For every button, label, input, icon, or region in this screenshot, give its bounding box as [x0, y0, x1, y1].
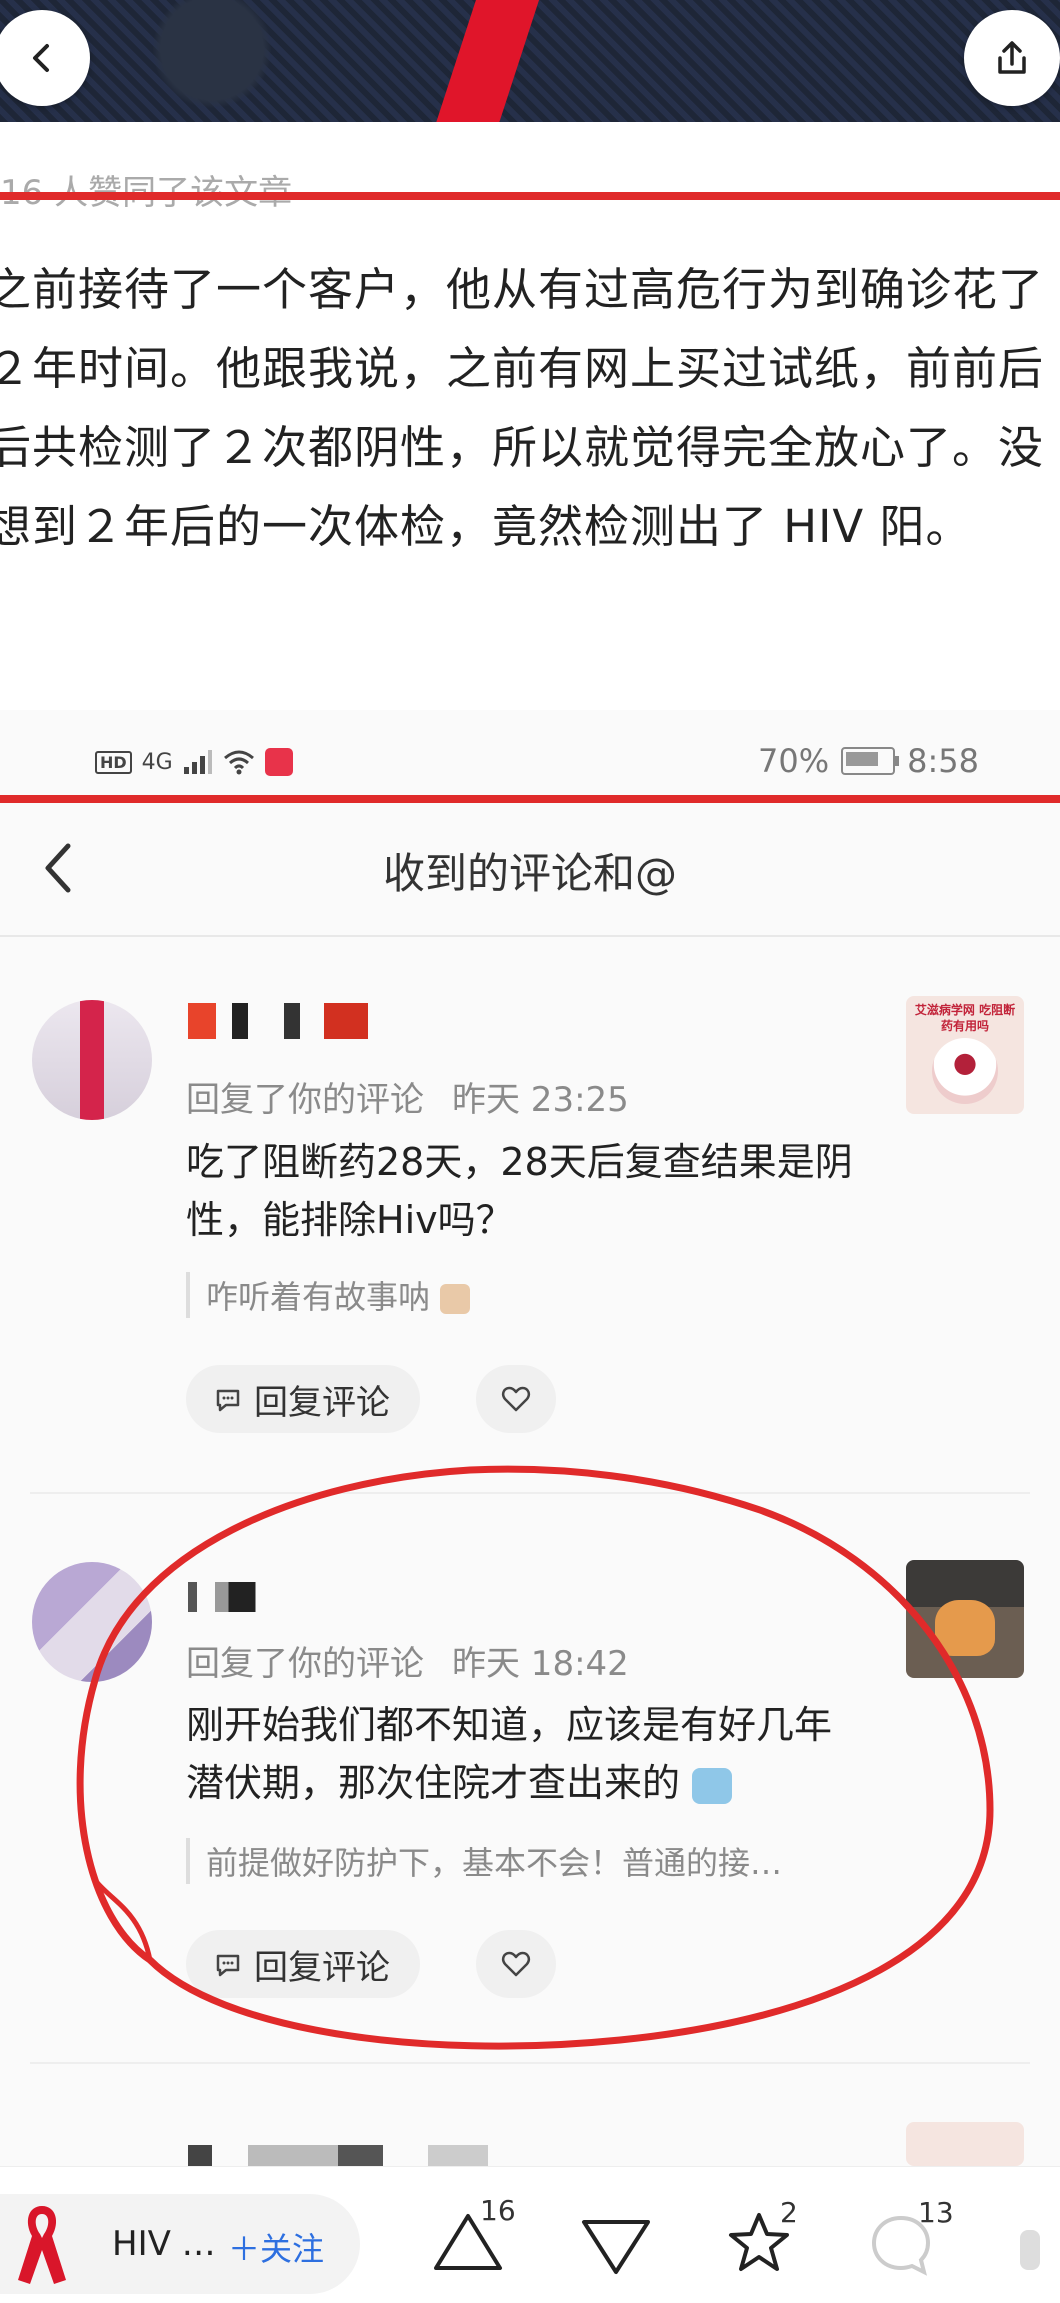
app-badge-icon [264, 748, 293, 776]
heart-icon [501, 1386, 531, 1412]
comment-text-content: 刚开始我们都不知道，应该是有好几年潜伏期，那次住院才查出来的 [186, 1703, 833, 1805]
username-mosaic[interactable] [188, 1582, 278, 1612]
network-label: 4G [141, 749, 173, 775]
comment-count: 13 [918, 2196, 954, 2229]
status-bar-right: 70% 8:58 [758, 742, 979, 780]
share-icon [998, 41, 1026, 74]
post-thumbnail[interactable]: 艾滋病学网 吃阻断药有用吗 [906, 996, 1024, 1114]
cover-image [0, 0, 1060, 122]
comment-separator [30, 2062, 1030, 2064]
post-thumbnail [906, 2122, 1024, 2166]
emoji-icon [692, 1767, 733, 1804]
comment-meta: 回复了你的评论 昨天 18:42 [186, 1636, 629, 1685]
chat-bubble-icon [216, 1389, 240, 1412]
favorite-count: 2 [780, 2196, 798, 2229]
downvote-button[interactable] [580, 2216, 652, 2276]
clock-time: 8:58 [907, 742, 979, 780]
reply-label: 回复评论 [254, 1382, 390, 1423]
likes-count-text: 16 人赞同了该文章 [0, 165, 292, 214]
battery-percent: 70% [758, 742, 830, 780]
hd-icon: HD [95, 750, 132, 774]
like-button[interactable] [476, 1930, 556, 1998]
triangle-down-icon [582, 2220, 650, 2274]
battery-icon [841, 747, 900, 775]
comment-time: 昨天 23:25 [452, 1080, 629, 1120]
reply-label: 回复评论 [254, 1947, 390, 1988]
cat-thumbnail[interactable] [906, 1560, 1024, 1678]
follow-button[interactable]: ＋关注 [228, 2224, 324, 2270]
ribbon-graphic [434, 0, 542, 122]
emoji-icon [440, 1284, 471, 1314]
wifi-icon [223, 750, 254, 775]
reply-comment-button[interactable]: 回复评论 [186, 1365, 420, 1433]
article-body: 之前接待了一个客户，他从有过高危行为到确诊花了２年时间。他跟我说，之前有网上买过… [0, 263, 1045, 553]
like-button[interactable] [476, 1365, 556, 1433]
quoted-comment[interactable]: 咋听着有故事呐 [186, 1272, 471, 1318]
cake-image [932, 1038, 998, 1104]
avatar[interactable] [32, 1000, 152, 1120]
thumbnail-caption: 艾滋病学网 吃阻断药有用吗 [914, 1003, 1016, 1033]
username-mosaic[interactable] [188, 1003, 388, 1039]
reply-comment-button[interactable]: 回复评论 [186, 1930, 420, 1998]
comment-text[interactable]: 刚开始我们都不知道，应该是有好几年潜伏期，那次住院才查出来的 [186, 1696, 866, 1812]
header-divider [0, 935, 1060, 937]
more-icon[interactable] [1020, 2230, 1040, 2270]
quoted-comment[interactable]: 前提做好防护下，基本不会！普通的接… [186, 1838, 782, 1884]
cat-image [935, 1600, 995, 1656]
red-divider-line [0, 192, 1060, 200]
comment-meta: 回复了你的评论 昨天 23:25 [186, 1072, 629, 1121]
heart-icon [501, 1951, 531, 1977]
red-ribbon-icon[interactable] [10, 2200, 74, 2294]
signal-icon [183, 750, 212, 774]
status-bar-left: HD 4G [95, 748, 293, 776]
comment-action: 回复了你的评论 [186, 1080, 424, 1120]
author-name[interactable]: HIV … [112, 2224, 216, 2264]
upvote-count: 16 [480, 2194, 516, 2227]
comment-time: 昨天 18:42 [452, 1644, 629, 1684]
chat-bubble-icon [216, 1954, 240, 1977]
inner-page-title: 收到的评论和@ [382, 849, 677, 898]
comment-action: 回复了你的评论 [186, 1644, 424, 1684]
comment-separator [30, 1492, 1030, 1494]
share-button[interactable] [964, 10, 1060, 106]
quote-text: 咋听着有故事呐 [206, 1278, 431, 1316]
comment-text[interactable]: 吃了阻断药28天，28天后复查结果是阴性，能排除Hiv吗？ [186, 1133, 866, 1249]
chevron-left-icon [33, 44, 49, 72]
red-divider-line [0, 795, 1060, 803]
avatar[interactable] [32, 1562, 152, 1682]
